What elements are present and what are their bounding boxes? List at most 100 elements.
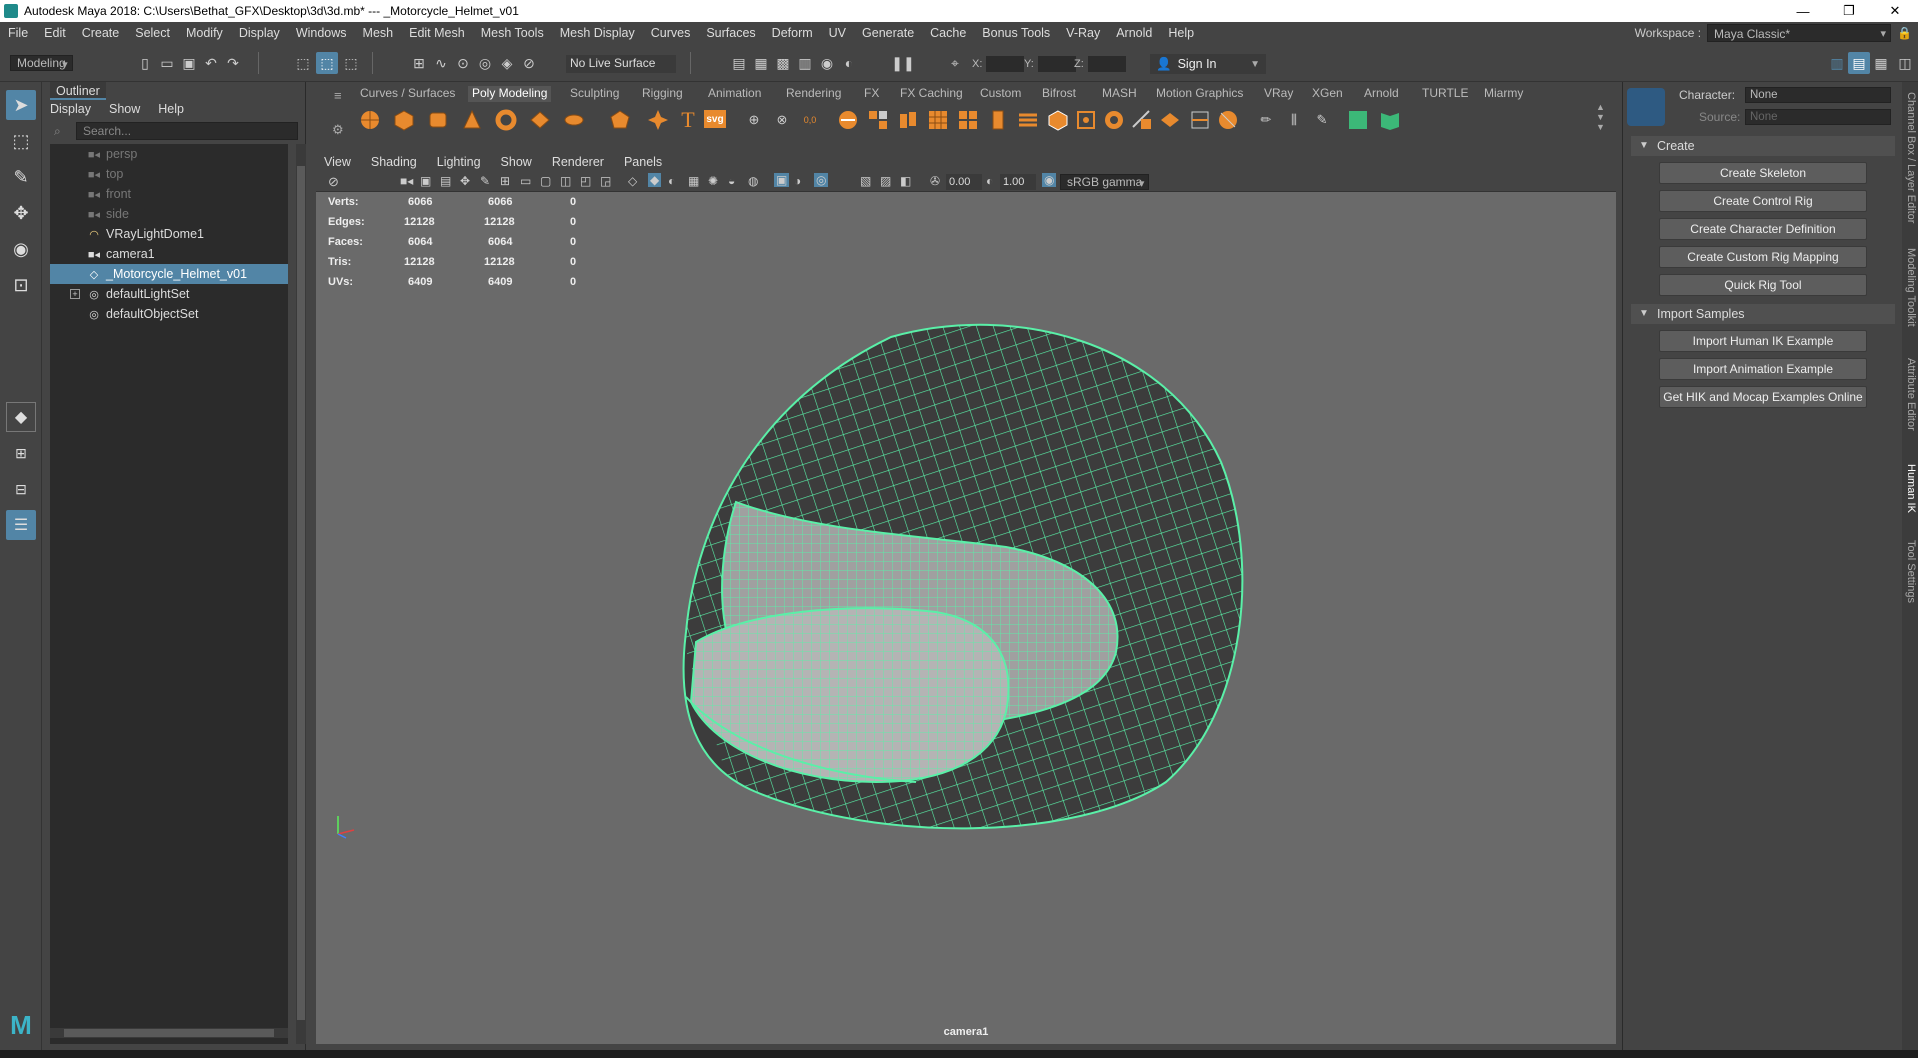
collapse-icon[interactable]: [1128, 106, 1156, 134]
merge-icon[interactable]: [1156, 106, 1184, 134]
viewport-menu-shading[interactable]: Shading: [371, 155, 417, 169]
source-dropdown[interactable]: None: [1745, 109, 1891, 125]
show-modeling-toolkit-icon[interactable]: ▥: [1826, 52, 1848, 74]
uv-editor-icon[interactable]: [1344, 106, 1372, 134]
select-hierarchy-icon[interactable]: ⬚: [292, 52, 314, 74]
lasso-tool-icon[interactable]: ⬚: [6, 126, 36, 156]
aa-icon[interactable]: ▨: [880, 174, 891, 188]
outliner-layout-icon[interactable]: ☰: [6, 510, 36, 540]
render-frame-icon[interactable]: ▦: [750, 52, 772, 74]
image-plane-icon[interactable]: ▤: [440, 174, 451, 188]
menu-deform[interactable]: Deform: [764, 26, 821, 40]
new-scene-icon[interactable]: ▯: [134, 52, 156, 74]
snap-view-icon[interactable]: ◎: [474, 52, 496, 74]
single-perspective-layout-icon[interactable]: ◆: [6, 402, 36, 432]
ambient-occlusion-icon[interactable]: ◍: [748, 174, 758, 188]
select-object-icon[interactable]: ⬚: [316, 52, 338, 74]
menu-file[interactable]: File: [0, 26, 36, 40]
smooth-icon[interactable]: [924, 106, 952, 134]
snap-grid-icon[interactable]: ⊞: [408, 52, 430, 74]
tab-attribute-editor[interactable]: Attribute Editor: [1903, 358, 1917, 431]
ipr-render-icon[interactable]: ▩: [772, 52, 794, 74]
shelf-tab-curves-surfaces[interactable]: Curves / Surfaces: [360, 86, 455, 102]
grid-icon[interactable]: ⊞: [500, 174, 510, 188]
menu-edit[interactable]: Edit: [36, 26, 74, 40]
safe-action-icon[interactable]: ◰: [580, 174, 591, 188]
poly-cube-icon[interactable]: [390, 106, 418, 134]
viewport-3d[interactable]: Verts: 6066 6066 0 Edges: 12128 12128 0 Faces:…: [316, 192, 1616, 1044]
shelf-tab-vray[interactable]: VRay: [1264, 86, 1293, 102]
boolean-icon[interactable]: [954, 106, 982, 134]
viewport-menu-renderer[interactable]: Renderer: [552, 155, 604, 169]
menu-create[interactable]: Create: [74, 26, 128, 40]
poly-torus-icon[interactable]: [492, 106, 520, 134]
poly-cone-icon[interactable]: [458, 106, 486, 134]
svg-tool-icon[interactable]: svg: [704, 110, 726, 128]
isolate-select-icon[interactable]: ▣: [774, 173, 790, 187]
menu-surfaces[interactable]: Surfaces: [698, 26, 763, 40]
outliner-item-defaultlightset[interactable]: + ◎ defaultLightSet: [50, 284, 288, 304]
menu-arnold[interactable]: Arnold: [1108, 26, 1160, 40]
menu-generate[interactable]: Generate: [854, 26, 922, 40]
shelf-settings-icon[interactable]: ⚙: [332, 122, 344, 138]
mirror-icon[interactable]: ⊗: [768, 106, 796, 134]
camera-attributes-icon[interactable]: ■◂: [400, 174, 413, 188]
outliner-menu-show[interactable]: Show: [109, 102, 140, 116]
live-surface-field[interactable]: No Live Surface: [566, 55, 676, 73]
select-tool-icon[interactable]: ➤: [6, 90, 36, 120]
extract-icon[interactable]: [894, 106, 922, 134]
menu-uv[interactable]: UV: [821, 26, 854, 40]
combine-icon[interactable]: [834, 106, 862, 134]
shelf-tab-sculpting[interactable]: Sculpting: [570, 86, 619, 102]
bevel-icon[interactable]: [1044, 106, 1072, 134]
hud-icon[interactable]: ▧: [860, 174, 871, 188]
import-samples-section-header[interactable]: Import Samples: [1631, 304, 1895, 324]
minimize-button[interactable]: —: [1780, 4, 1826, 19]
menu-edit-mesh[interactable]: Edit Mesh: [401, 26, 473, 40]
workspace-dropdown[interactable]: Maya Classic*: [1707, 24, 1892, 43]
viewport-menu-show[interactable]: Show: [501, 155, 532, 169]
outliner-item-defaultobjectset[interactable]: ◎ defaultObjectSet: [50, 304, 288, 324]
create-section-header[interactable]: Create: [1631, 136, 1895, 156]
sweep-mesh-icon[interactable]: ⊕: [740, 106, 768, 134]
outliner-tab[interactable]: Outliner: [50, 82, 106, 100]
redo-icon[interactable]: ↷: [222, 52, 244, 74]
menu-mesh-display[interactable]: Mesh Display: [552, 26, 643, 40]
snap-point-icon[interactable]: ⊙: [452, 52, 474, 74]
xray-icon[interactable]: ◑: [794, 174, 801, 188]
outliner-item-camera1[interactable]: ■◂ camera1: [50, 244, 288, 264]
platonic-solid-icon[interactable]: [606, 106, 634, 134]
shelf-menu-icon[interactable]: ≡: [334, 88, 342, 103]
snap-live-icon[interactable]: ⊘: [518, 52, 540, 74]
menuset-dropdown[interactable]: Modeling: [10, 55, 73, 71]
open-scene-icon[interactable]: ▭: [156, 52, 178, 74]
shelf-tab-bifrost[interactable]: Bifrost: [1042, 86, 1076, 102]
resolution-gate-icon[interactable]: ▢: [540, 174, 551, 188]
menu-vray[interactable]: V-Ray: [1058, 26, 1108, 40]
outliner-item-persp[interactable]: ■◂ persp: [50, 144, 288, 164]
vray-render-icon[interactable]: ◐: [838, 52, 860, 74]
gamma-field[interactable]: 1.00: [1000, 174, 1036, 190]
outliner-item-top[interactable]: ■◂ top: [50, 164, 288, 184]
grease-pencil-icon[interactable]: ✎: [480, 174, 490, 188]
shelf-scroll-arrows-icon[interactable]: ▲ ▼ ▼: [1596, 102, 1605, 132]
z-field[interactable]: [1088, 56, 1126, 72]
menu-windows[interactable]: Windows: [288, 26, 355, 40]
offset-loop-icon[interactable]: ✎: [1308, 106, 1336, 134]
two-d-pan-icon[interactable]: ✥: [460, 174, 470, 188]
outliner-menu-display[interactable]: Display: [50, 102, 91, 116]
tab-modeling-toolkit[interactable]: Modeling Toolkit: [1903, 248, 1917, 327]
select-camera-icon[interactable]: ⊘: [328, 174, 339, 190]
exposure-field[interactable]: 0.00: [946, 174, 982, 190]
paint-select-tool-icon[interactable]: ✎: [6, 162, 36, 192]
center-pivot-icon[interactable]: 0,0: [796, 106, 824, 134]
move-tool-icon[interactable]: ✥: [6, 198, 36, 228]
separate-icon[interactable]: [864, 106, 892, 134]
bridge-icon[interactable]: [1014, 106, 1042, 134]
shelf-tab-animation[interactable]: Animation: [708, 86, 761, 102]
menu-help[interactable]: Help: [1160, 26, 1202, 40]
outliner-search-input[interactable]: Search...: [76, 122, 298, 140]
super-shape-icon[interactable]: [644, 106, 672, 134]
fill-hole-icon[interactable]: [1100, 106, 1128, 134]
menu-cache[interactable]: Cache: [922, 26, 974, 40]
